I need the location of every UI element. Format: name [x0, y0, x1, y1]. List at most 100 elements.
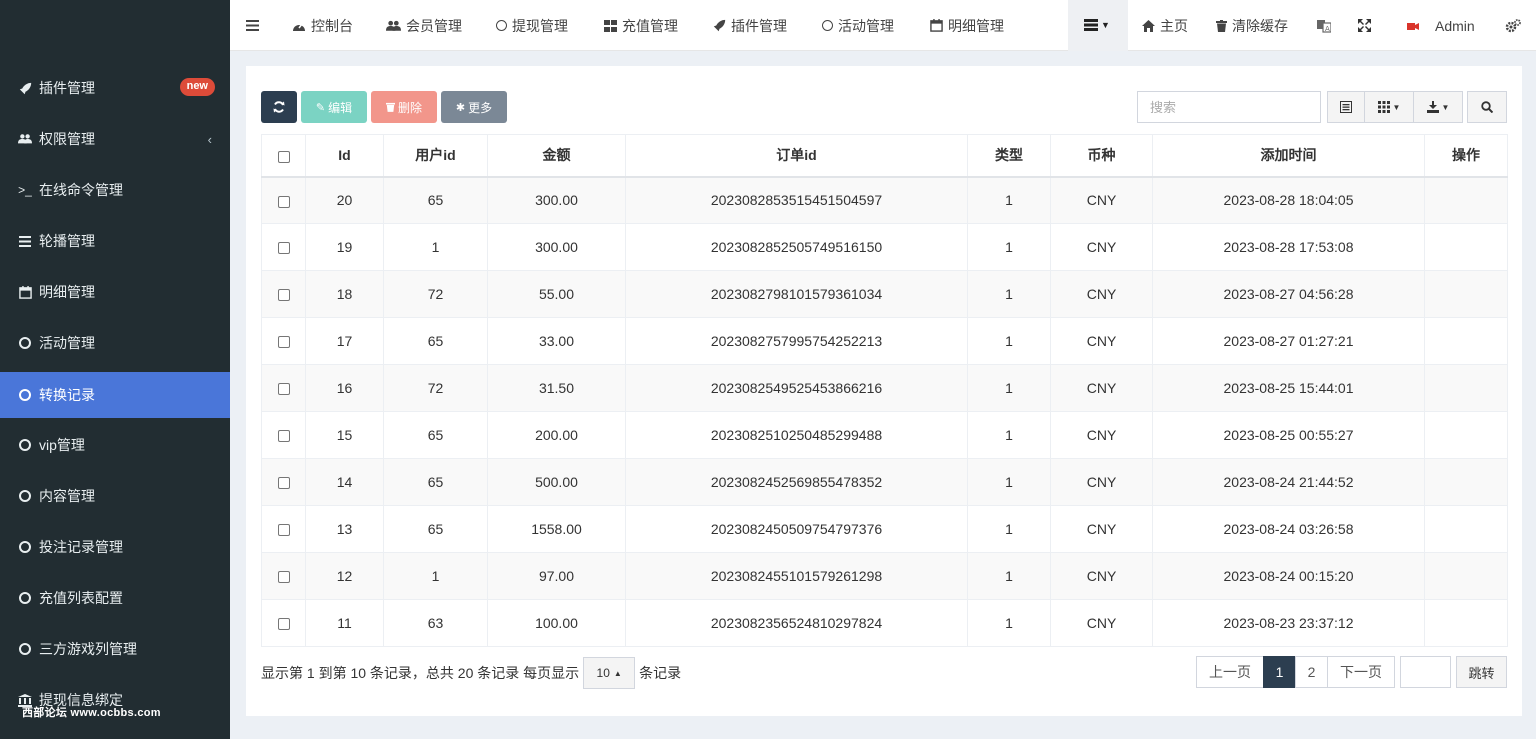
page-button-1[interactable]: 1: [1263, 656, 1296, 688]
table-row[interactable]: 13 65 1558.00 2023082450509754797376 1 C…: [261, 505, 1508, 553]
sidebar-toggle[interactable]: [246, 0, 259, 51]
row-checkbox[interactable]: [261, 364, 306, 412]
cell-type: 1: [967, 176, 1051, 224]
cell-user-id: 72: [383, 364, 488, 412]
row-checkbox[interactable]: [261, 411, 306, 459]
calendar-icon: [930, 19, 943, 32]
circle-icon: [822, 20, 833, 31]
cell-amount: 55.00: [487, 270, 626, 318]
sidebar-item-vip[interactable]: vip管理: [0, 422, 230, 468]
cell-id: 19: [305, 223, 384, 271]
sidebar-item-conversion-records[interactable]: 转换记录: [0, 372, 230, 418]
sidebar-item-permissions[interactable]: 权限管理 ‹: [0, 116, 230, 162]
sidebar-item-recharge-config[interactable]: 充值列表配置: [0, 575, 230, 621]
column-header-user-id[interactable]: 用户id: [383, 134, 488, 178]
cell-currency: CNY: [1050, 317, 1153, 365]
clear-cache-button[interactable]: 清除缓存: [1216, 0, 1288, 51]
home-link[interactable]: 主页: [1142, 0, 1188, 51]
sidebar-item-activities[interactable]: 活动管理: [0, 320, 230, 366]
column-header-amount[interactable]: 金额: [487, 134, 626, 178]
toggle-view-button[interactable]: [1327, 91, 1365, 123]
cell-user-id: 65: [383, 176, 488, 224]
more-button[interactable]: ✱ 更多: [441, 91, 507, 123]
admin-label: Admin: [1435, 17, 1475, 34]
user-menu[interactable]: Admin: [1407, 0, 1475, 51]
summary-text: 显示第 1 到第 10 条记录，总共 20 条记录 每页显示: [261, 665, 580, 681]
download-icon: [1426, 101, 1439, 113]
delete-button[interactable]: 删除: [371, 91, 437, 123]
row-checkbox[interactable]: [261, 176, 306, 224]
jump-button[interactable]: 跳转: [1456, 656, 1507, 688]
settings-button[interactable]: [1505, 0, 1521, 51]
search-button[interactable]: [1467, 91, 1507, 123]
table-row[interactable]: 15 65 200.00 2023082510250485299488 1 CN…: [261, 411, 1508, 459]
nav-menu-dropdown[interactable]: ▼: [1068, 0, 1128, 51]
columns-button[interactable]: ▼: [1364, 91, 1414, 123]
page-button-2[interactable]: 2: [1295, 656, 1328, 688]
table-row[interactable]: 16 72 31.50 2023082549525453866216 1 CNY…: [261, 364, 1508, 412]
row-checkbox[interactable]: [261, 505, 306, 553]
search-input[interactable]: [1137, 91, 1321, 123]
page-size-select[interactable]: 10 ▲: [583, 657, 636, 689]
column-header-type[interactable]: 类型: [967, 134, 1051, 178]
cell-currency: CNY: [1050, 364, 1153, 412]
column-header-order-id[interactable]: 订单id: [625, 134, 968, 178]
next-page-button[interactable]: 下一页: [1327, 656, 1395, 688]
clear-cache-label: 清除缓存: [1232, 17, 1288, 34]
row-checkbox[interactable]: [261, 270, 306, 318]
cell-amount: 500.00: [487, 458, 626, 506]
tab-details[interactable]: 明细管理: [930, 0, 1004, 51]
cell-order-id: 202308285351545150459​7: [625, 176, 968, 224]
sidebar-item-bet-records[interactable]: 投注记录管理: [0, 524, 230, 570]
tab-dashboard[interactable]: 控制台: [292, 0, 353, 51]
svg-text:A: A: [1325, 25, 1330, 33]
table-row[interactable]: 11 63 100.00 2023082356524810297824 1 CN…: [261, 599, 1508, 647]
table-row[interactable]: 19 1 300.00 2023082852505749516150 1 CNY…: [261, 223, 1508, 271]
sidebar-item-plugins[interactable]: 插件管理 new: [0, 65, 230, 111]
fullscreen-button[interactable]: [1358, 0, 1371, 51]
cell-actions: [1424, 270, 1508, 318]
new-badge: new: [179, 78, 215, 96]
row-checkbox[interactable]: [261, 317, 306, 365]
translate-button[interactable]: A: [1317, 0, 1331, 51]
table-row[interactable]: 17 65 33.00 2023082757995754252213 1 CNY…: [261, 317, 1508, 365]
row-checkbox[interactable]: [261, 552, 306, 600]
tab-withdrawals[interactable]: 提现管理: [496, 0, 568, 51]
sidebar-item-label: 权限管理: [39, 131, 95, 147]
sidebar-item-content[interactable]: 内容管理: [0, 473, 230, 519]
refresh-icon: [273, 101, 285, 113]
sidebar-item-third-party-games[interactable]: 三方游戏列管理: [0, 626, 230, 672]
caret-up-icon: ▲: [613, 668, 622, 678]
row-checkbox[interactable]: [261, 458, 306, 506]
refresh-button[interactable]: [261, 91, 297, 123]
cell-created-at: 2023-08-27 04:56:28: [1152, 270, 1425, 318]
prev-page-button[interactable]: 上一页: [1196, 656, 1264, 688]
row-checkbox[interactable]: [261, 223, 306, 271]
row-checkbox[interactable]: [261, 599, 306, 647]
tab-plugins[interactable]: 插件管理: [713, 0, 787, 51]
sidebar-item-details[interactable]: 明细管理: [0, 269, 230, 315]
column-header-currency[interactable]: 币种: [1050, 134, 1153, 178]
sidebar-item-online-command[interactable]: >_ 在线命令管理: [0, 167, 230, 213]
tab-activities[interactable]: 活动管理: [822, 0, 894, 51]
tab-members[interactable]: 会员管理: [386, 0, 462, 51]
cell-order-id: 2023082452569855478352: [625, 458, 968, 506]
table-row[interactable]: 20 65 300.00 202308285351545150459​7 1 C…: [261, 176, 1508, 224]
sidebar-item-label: 转换记录: [39, 387, 95, 403]
table-header-row: Id 用户id 金额 订单id 类型 币种 添加时间 操作: [261, 134, 1508, 178]
sidebar-item-carousel[interactable]: 轮播管理: [0, 218, 230, 264]
table-row[interactable]: 14 65 500.00 2023082452569855478352 1 CN…: [261, 458, 1508, 506]
export-button[interactable]: ▼: [1413, 91, 1463, 123]
select-all-checkbox[interactable]: [261, 134, 306, 178]
jump-page-input[interactable]: [1400, 656, 1451, 688]
column-header-id[interactable]: Id: [305, 134, 384, 178]
tab-label: 会员管理: [406, 17, 462, 34]
table-row[interactable]: 12 1 97.00 2023082455101579261298 1 CNY …: [261, 552, 1508, 600]
column-header-created-at[interactable]: 添加时间: [1152, 134, 1425, 178]
edit-button[interactable]: ✎ 编辑: [301, 91, 367, 123]
trash-icon: [1216, 19, 1227, 32]
tab-label: 活动管理: [838, 17, 894, 34]
sidebar-item-label: vip管理: [39, 437, 85, 453]
tab-recharge[interactable]: 充值管理: [604, 0, 678, 51]
table-row[interactable]: 18 72 55.00 2023082798101579361034 1 CNY…: [261, 270, 1508, 318]
